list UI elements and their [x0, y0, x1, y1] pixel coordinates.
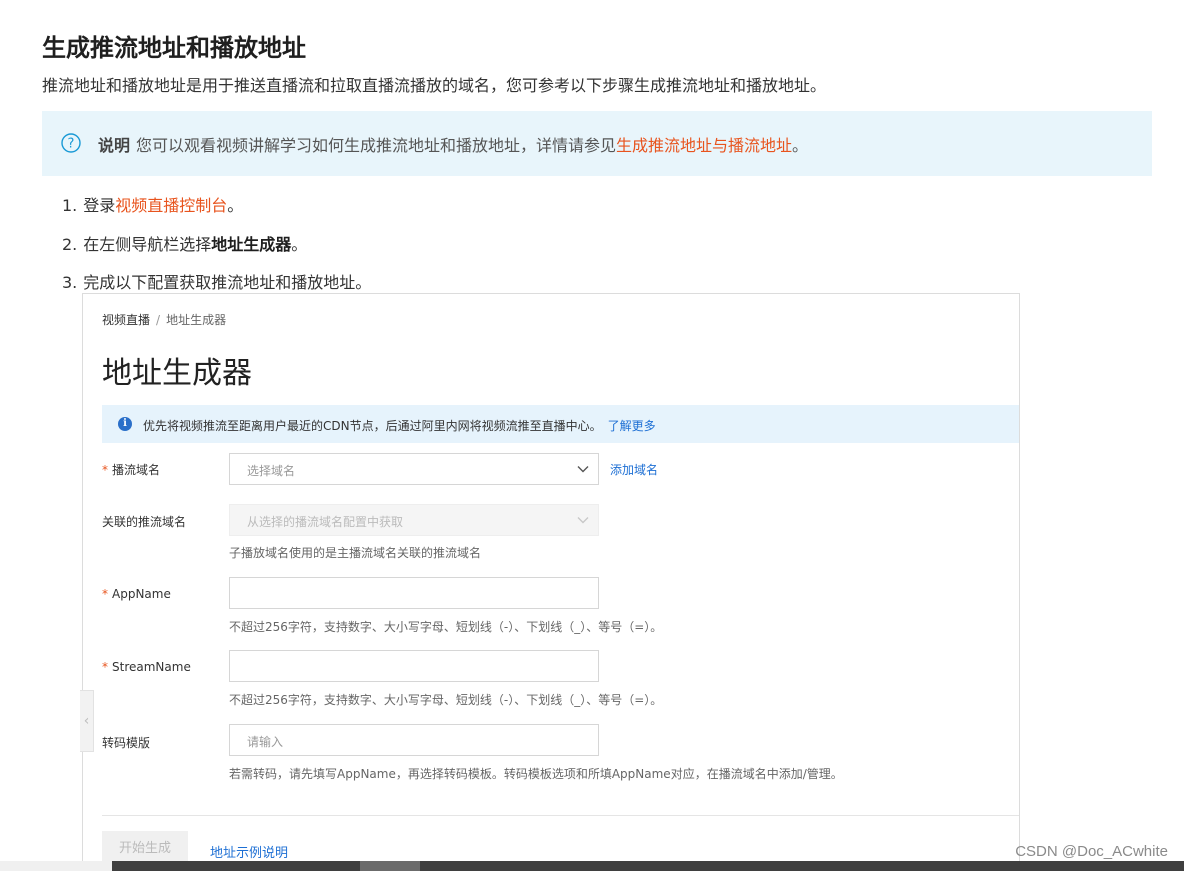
step-end: 。	[227, 196, 244, 215]
required-mark: *	[102, 463, 108, 477]
doc-title: 生成推流地址和播放地址	[42, 34, 306, 62]
console-screenshot: 视频直播 / 地址生成器 地址生成器 i 优先将视频推流至距离用户最近的CDN节点，…	[82, 293, 1020, 871]
label-text: AppName	[112, 587, 171, 601]
learn-more-link[interactable]: 了解更多	[608, 419, 656, 433]
breadcrumb-root[interactable]: 视频直播	[102, 313, 150, 327]
step-text: 完成以下配置获取推流地址和播放地址。	[83, 273, 372, 292]
breadcrumb-current: 地址生成器	[166, 313, 227, 327]
sidebar-collapse-handle[interactable]: ‹	[80, 690, 94, 752]
app-name-input[interactable]	[229, 577, 599, 609]
horizontal-scrollbar[interactable]	[0, 861, 1184, 871]
console-link[interactable]: 视频直播控制台	[115, 196, 227, 215]
push-domain-help: 子播放域名使用的是主播流域名关联的推流域名	[229, 546, 482, 560]
breadcrumb: 视频直播 / 地址生成器	[102, 311, 226, 328]
app-name-label: * AppName	[102, 587, 171, 601]
address-example-link[interactable]: 地址示例说明	[210, 842, 288, 861]
page-title: 地址生成器	[102, 356, 252, 391]
step-bold-text: 地址生成器	[211, 235, 292, 254]
step-3: 3. 完成以下配置获取推流地址和播放地址。	[62, 269, 371, 293]
push-domain-label: 关联的推流域名	[102, 515, 187, 529]
scrollbar-thumb[interactable]	[360, 861, 420, 871]
note-text: 说明 您可以观看视频讲解学习如何生成推流地址和播放地址，详情请参见生成推流地址与播…	[98, 132, 808, 156]
watermark: CSDN @Doc_ACwhite	[1015, 843, 1168, 860]
required-mark: *	[102, 660, 108, 674]
play-domain-select[interactable]: 选择域名	[229, 453, 599, 485]
info-message: 优先将视频推流至距离用户最近的CDN节点，后通过阿里内网将视频流推至直播中心。	[143, 419, 602, 433]
stream-name-input[interactable]	[229, 650, 599, 682]
note-label: 说明	[98, 136, 131, 155]
select-placeholder: 选择域名	[247, 464, 296, 478]
note-box: ? 说明 您可以观看视频讲解学习如何生成推流地址和播放地址，详情请参见生成推流地址…	[42, 111, 1152, 176]
transcode-input[interactable]: 请输入	[229, 724, 599, 756]
transcode-help: 若需转码，请先填写AppName，再选择转码模板。转码模板选项和所填AppNam…	[229, 767, 843, 781]
app-name-help: 不超过256字符，支持数字、大小写字母、短划线（-）、下划线（_）、等号（=）。	[229, 620, 663, 634]
step-number: 2.	[62, 235, 78, 254]
add-domain-link[interactable]: 添加域名	[610, 461, 658, 478]
breadcrumb-separator: /	[156, 313, 161, 327]
step-end: 。	[291, 235, 308, 254]
note-end: 。	[792, 136, 809, 155]
transcode-label: 转码模版	[102, 736, 151, 750]
label-text: 播流域名	[112, 463, 161, 477]
scrollbar-track	[112, 861, 1184, 871]
push-domain-select: 从选择的播流域名配置中获取	[229, 504, 599, 536]
divider	[102, 815, 1019, 816]
input-placeholder: 请输入	[247, 735, 284, 749]
doc-intro: 推流地址和播放地址是用于推送直播流和拉取直播流播放的域名，您可参考以下步骤生成推…	[42, 76, 827, 95]
question-circle-icon: ?	[61, 133, 81, 153]
note-link[interactable]: 生成推流地址与播流地址	[616, 136, 792, 155]
step-number: 3.	[62, 273, 78, 292]
stream-name-label: * StreamName	[102, 660, 191, 674]
note-body: 您可以观看视频讲解学习如何生成推流地址和播放地址，详情请参见	[136, 136, 617, 155]
step-2: 2. 在左侧导航栏选择地址生成器。	[62, 231, 307, 255]
select-placeholder: 从选择的播流域名配置中获取	[247, 515, 404, 529]
info-bar: i 优先将视频推流至距离用户最近的CDN节点，后通过阿里内网将视频流推至直播中心…	[102, 405, 1019, 443]
step-text: 在左侧导航栏选择	[83, 235, 212, 254]
required-mark: *	[102, 587, 108, 601]
chevron-down-icon	[577, 517, 589, 524]
label-text: StreamName	[112, 660, 191, 674]
play-domain-label: * 播流域名	[102, 461, 160, 478]
svg-text:?: ?	[68, 137, 75, 152]
info-text: 优先将视频推流至距离用户最近的CDN节点，后通过阿里内网将视频流推至直播中心。了…	[143, 417, 656, 434]
info-icon: i	[118, 417, 132, 431]
step-number: 1.	[62, 196, 78, 215]
chevron-down-icon	[577, 466, 589, 473]
step-text: 登录	[83, 196, 116, 215]
step-1: 1. 登录视频直播控制台。	[62, 192, 243, 216]
stream-name-help: 不超过256字符，支持数字、大小写字母、短划线（-）、下划线（_）、等号（=）。	[229, 693, 663, 707]
